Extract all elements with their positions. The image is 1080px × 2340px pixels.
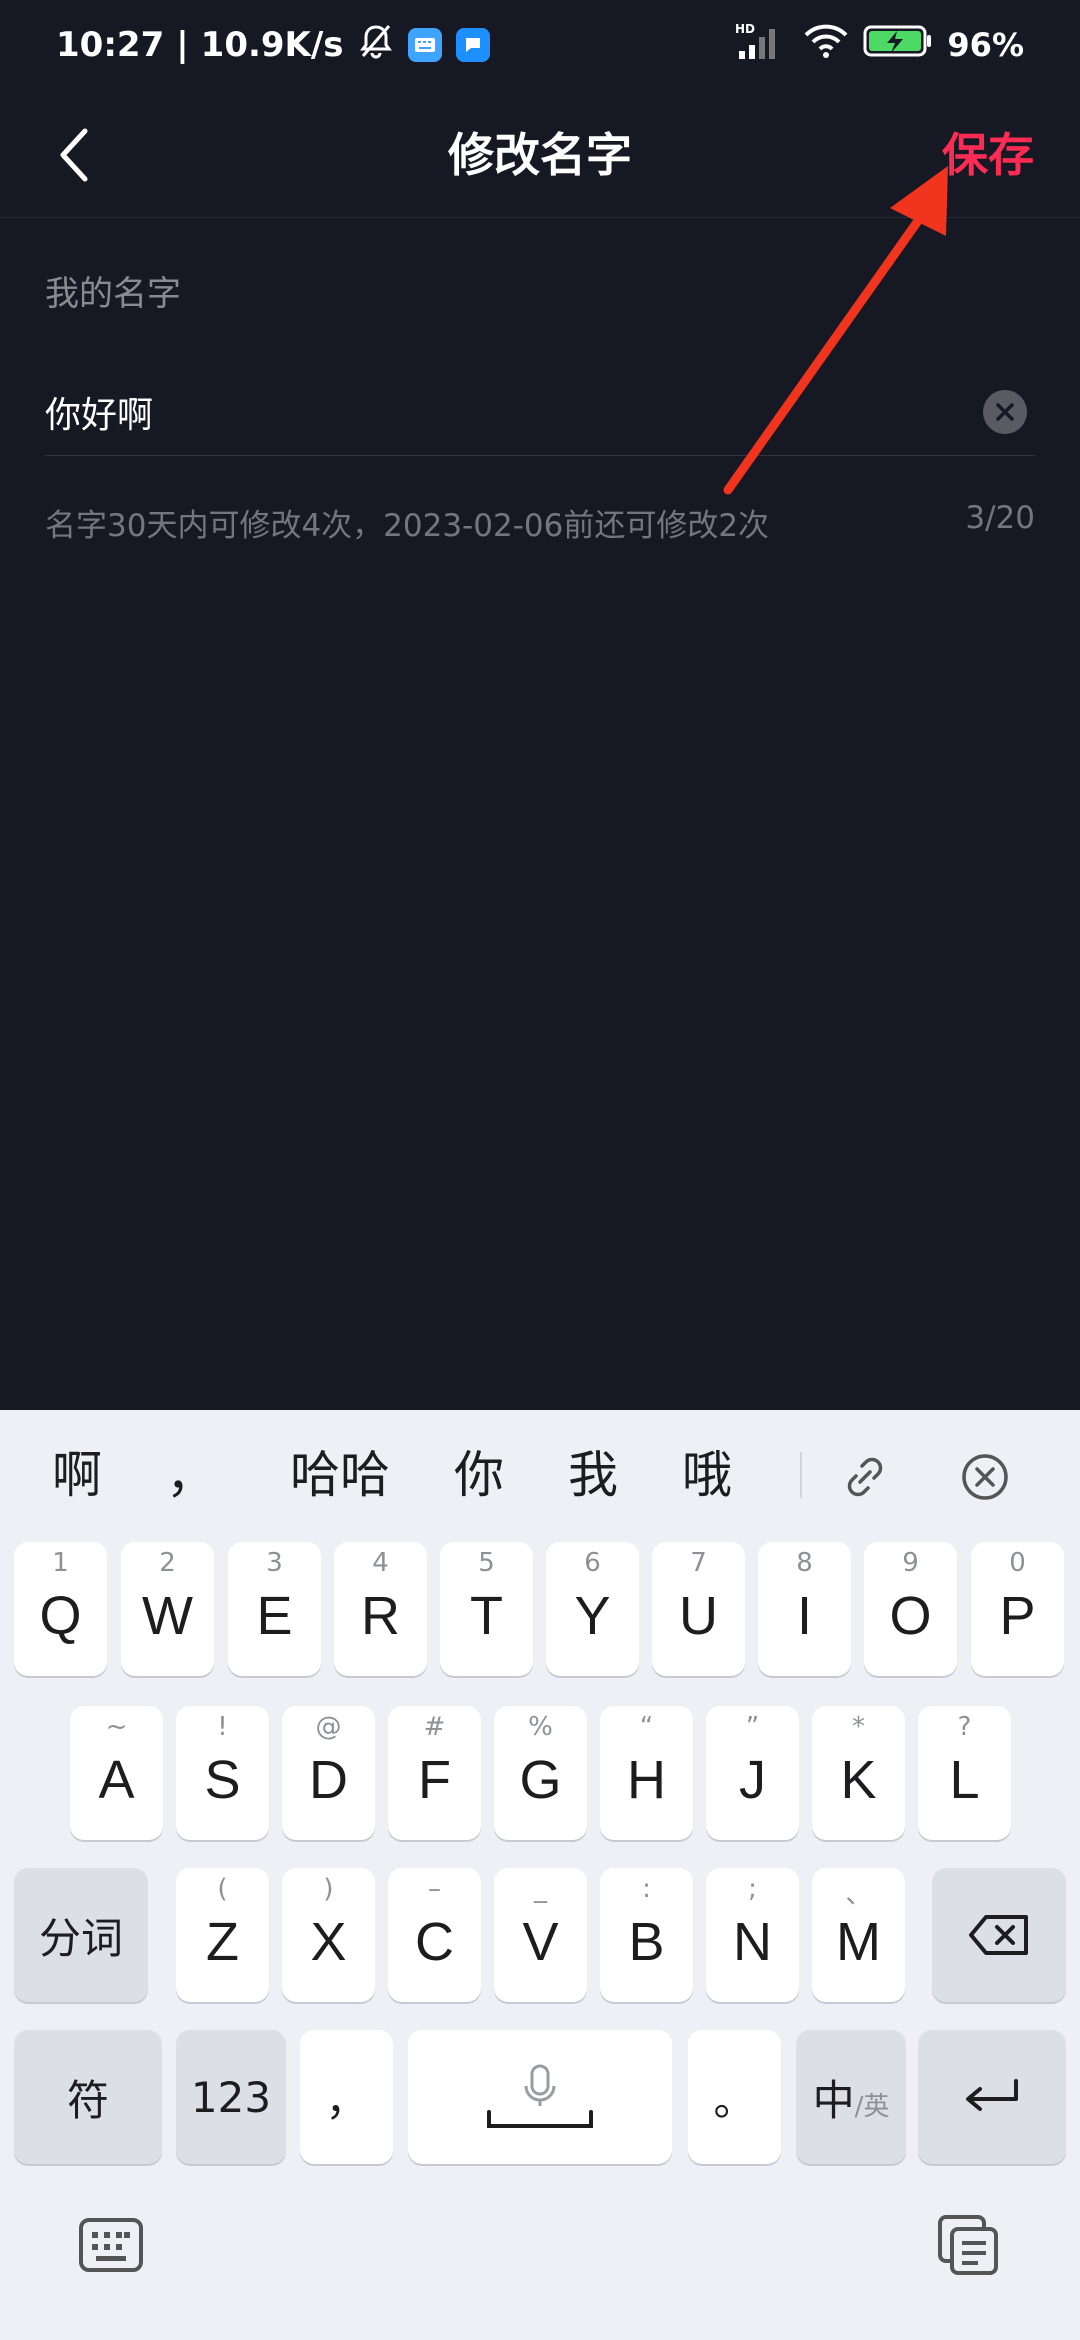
key-f[interactable]: # F (388, 1706, 481, 1840)
key-k[interactable]: * K (812, 1706, 905, 1840)
key-t[interactable]: 5T (440, 1542, 533, 1676)
key-m[interactable]: 、 M (812, 1868, 905, 2002)
keyboard: 啊 ， 哈哈 你 我 哦 1Q 2W 3E 4R 5T 6Y 7U 8I 9O … (0, 1410, 1080, 2340)
keyboard-hide-icon[interactable] (76, 2210, 146, 2280)
key-y[interactable]: 6Y (546, 1542, 639, 1676)
lang-sub-label: /英 (854, 2091, 890, 2122)
key-j[interactable]: ” J (706, 1706, 799, 1840)
key-n[interactable]: ; N (706, 1868, 799, 2002)
key-z[interactable]: (Z (176, 1868, 269, 2002)
candidate-item[interactable]: 哈哈 (290, 1410, 390, 1540)
key-u[interactable]: 7U (652, 1542, 745, 1676)
key-w[interactable]: 2W (121, 1542, 214, 1676)
close-candidates-icon[interactable] (960, 1452, 1010, 1502)
key-d[interactable]: @ D (282, 1706, 375, 1840)
candidate-item[interactable]: 你 (454, 1410, 504, 1540)
symbol-key[interactable]: 符 (14, 2030, 162, 2164)
candidate-divider (800, 1452, 802, 1498)
enter-key[interactable] (918, 2030, 1066, 2164)
key-g[interactable]: % G (494, 1706, 587, 1840)
key-s[interactable]: ! S (176, 1706, 269, 1840)
key-q[interactable]: 1Q (14, 1542, 107, 1676)
key-x[interactable]: ) X (282, 1868, 375, 2002)
candidate-item[interactable]: 我 (568, 1410, 618, 1540)
candidate-item[interactable]: 啊 (52, 1410, 102, 1540)
key-a[interactable]: ~ A (70, 1706, 163, 1840)
key-e[interactable]: 3E (228, 1542, 321, 1676)
language-switch-key[interactable]: 中/英 (796, 2030, 906, 2164)
key-l[interactable]: ? L (918, 1706, 1011, 1840)
enter-icon (966, 2079, 1018, 2111)
space-key[interactable] (408, 2030, 672, 2164)
screen: 10:27 | 10.9K/s HD 96% 修改名字 保存 我的名字 你好啊 … (0, 0, 1080, 2340)
clipboard-icon[interactable] (934, 2210, 1004, 2280)
microphone-icon (487, 2064, 593, 2128)
key-o[interactable]: 9O (864, 1542, 957, 1676)
backspace-icon (969, 1915, 1028, 1955)
key-h[interactable]: “H (600, 1706, 693, 1840)
number-key[interactable]: 123 (176, 2030, 286, 2164)
backspace-key[interactable] (932, 1868, 1066, 2002)
lang-main-label: 中 (812, 2075, 855, 2125)
segment-key[interactable]: 分词 (14, 1868, 148, 2002)
candidate-item[interactable]: ， (166, 1410, 216, 1540)
clipboard-link-icon[interactable] (840, 1452, 890, 1502)
key-r[interactable]: 4R (334, 1542, 427, 1676)
key-p[interactable]: 0P (971, 1542, 1064, 1676)
comma-key[interactable]: ， (300, 2030, 393, 2164)
period-key[interactable]: 。 (688, 2030, 781, 2164)
key-c[interactable]: – C (388, 1868, 481, 2002)
key-i[interactable]: 8I (758, 1542, 851, 1676)
key-v[interactable]: _ V (494, 1868, 587, 2002)
candidate-item[interactable]: 哦 (682, 1410, 732, 1540)
candidate-bar: 啊 ， 哈哈 你 我 哦 (0, 1410, 1080, 1540)
key-b[interactable]: :B (600, 1868, 693, 2002)
